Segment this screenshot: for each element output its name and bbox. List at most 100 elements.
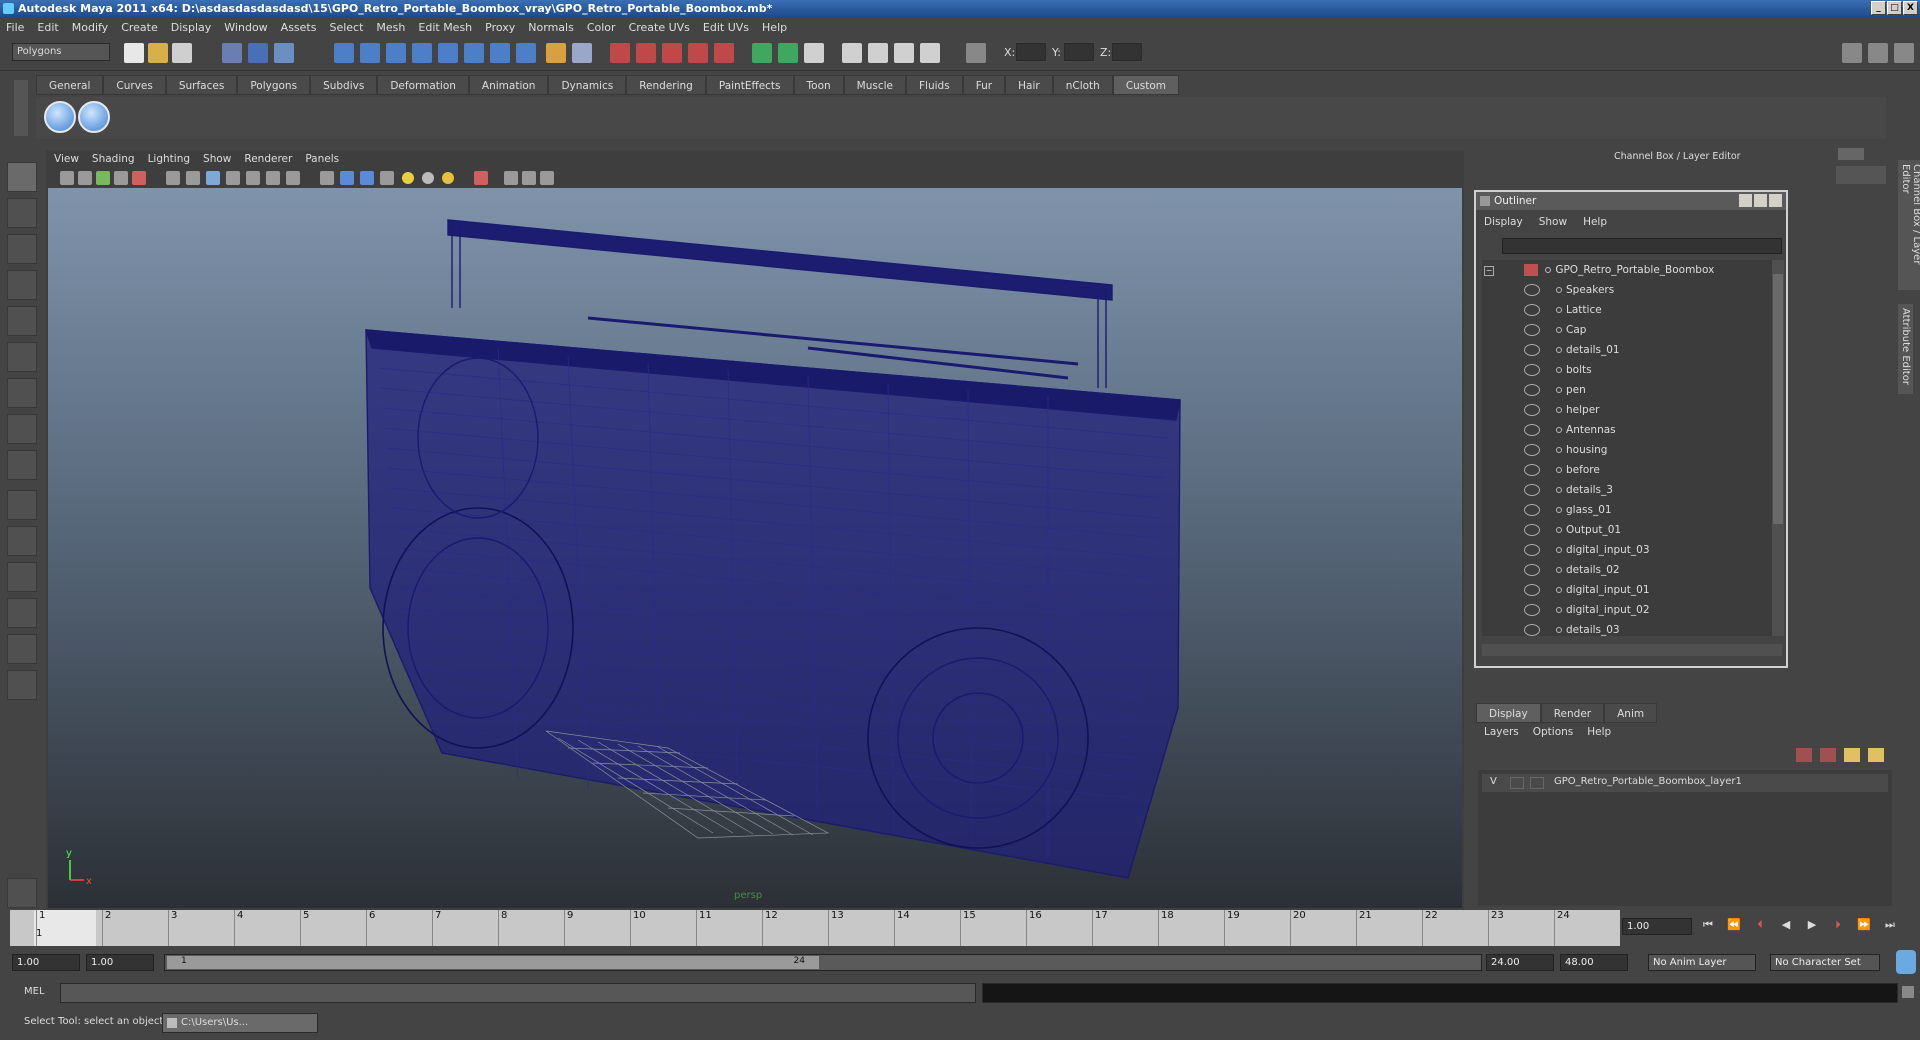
save-scene-icon[interactable]	[172, 43, 192, 63]
menu-edit-uvs[interactable]: Edit UVs	[703, 21, 749, 34]
outliner-menu-show[interactable]: Show	[1539, 216, 1567, 228]
bottom-tool-icon[interactable]	[7, 878, 37, 908]
layer-color-swatch[interactable]	[1530, 777, 1544, 789]
shelf-tab-animation[interactable]: Animation	[468, 75, 549, 95]
maximize-button[interactable]: □	[1887, 1, 1902, 15]
help-line-icon[interactable]	[490, 43, 510, 63]
shelf-tab-fur[interactable]: Fur	[962, 75, 1006, 95]
shelf-menu-handle[interactable]	[14, 80, 28, 136]
channel-box-icons[interactable]	[1836, 166, 1886, 184]
light-icon[interactable]	[894, 43, 914, 63]
new-layer-selected-icon[interactable]	[1820, 748, 1836, 762]
hypershade-persp-layout-icon[interactable]	[7, 634, 37, 664]
graph-icon[interactable]	[920, 43, 940, 63]
vp-menu-renderer[interactable]: Renderer	[244, 153, 292, 165]
play-backward-icon[interactable]: ◀	[1776, 918, 1796, 936]
toggle-tool-settings-icon[interactable]	[1894, 43, 1914, 63]
panel-float-buttons[interactable]	[1838, 148, 1864, 160]
list-item[interactable]: digital_input_01	[1524, 580, 1650, 600]
shelf-tab-custom[interactable]: Custom	[1112, 75, 1180, 95]
layer-name[interactable]: GPO_Retro_Portable_Boombox_layer1	[1554, 776, 1742, 787]
y-field[interactable]	[1064, 43, 1094, 61]
menu-create[interactable]: Create	[121, 21, 158, 34]
absolute-transform-icon[interactable]	[804, 43, 824, 63]
channel-box-side-tab[interactable]: Channel Box / Layer Editor	[1898, 160, 1920, 290]
ipr-render-icon[interactable]	[636, 43, 656, 63]
list-item[interactable]: bolts	[1524, 360, 1592, 380]
list-item[interactable]: helper	[1524, 400, 1600, 420]
move-tool-icon[interactable]	[7, 270, 37, 300]
menu-window[interactable]: Window	[224, 21, 267, 34]
mel-input[interactable]	[60, 983, 976, 1003]
vp-menu-view[interactable]: View	[54, 153, 79, 165]
shelf-tab-subdivs[interactable]: Subdivs	[310, 75, 378, 95]
menu-color[interactable]: Color	[587, 21, 616, 34]
menu-select[interactable]: Select	[329, 21, 363, 34]
layer-tab-render[interactable]: Render	[1540, 703, 1605, 723]
x-field[interactable]	[1016, 43, 1046, 61]
soft-mod-tool-icon[interactable]	[7, 414, 37, 444]
input-line-icon[interactable]	[752, 43, 772, 63]
vp-menu-lighting[interactable]: Lighting	[148, 153, 190, 165]
manipulator-tool-icon[interactable]	[7, 378, 37, 408]
start-time-field[interactable]: 1.00	[12, 954, 80, 971]
list-item[interactable]: Antennas	[1524, 420, 1616, 440]
play-forward-icon[interactable]: ▶	[1802, 918, 1822, 936]
shelf-tab-deformation[interactable]: Deformation	[377, 75, 469, 95]
go-to-end-icon[interactable]: ⏭	[1880, 918, 1900, 936]
custom-shelf-checkmark-icon-2[interactable]	[78, 101, 110, 133]
list-item[interactable]: pen	[1524, 380, 1586, 400]
select-object-icon[interactable]	[248, 43, 268, 63]
last-tool-icon[interactable]	[7, 450, 37, 480]
time-slider[interactable]: 1 1 2 3 4 5 6 7 8 9 10 11 12 13 14 15 16…	[10, 910, 1620, 946]
step-forward-frame-icon[interactable]: ⏵	[1828, 918, 1848, 936]
select-hierarchy-icon[interactable]	[222, 43, 242, 63]
teamviewer-icon[interactable]	[1896, 950, 1916, 974]
select-component-icon[interactable]	[274, 43, 294, 63]
vp-menu-panels[interactable]: Panels	[305, 153, 339, 165]
shelf-tab-polygons[interactable]: Polygons	[237, 75, 311, 95]
list-item[interactable]: housing	[1524, 440, 1607, 460]
select-tool-icon[interactable]	[7, 162, 37, 192]
outliner-filter-field[interactable]	[1502, 238, 1782, 254]
list-item[interactable]: details_01	[1524, 340, 1620, 360]
scale-tool-icon[interactable]	[7, 342, 37, 372]
render-settings-icon[interactable]	[662, 43, 682, 63]
menu-file[interactable]: File	[6, 21, 24, 34]
range-slider[interactable]: 1 24	[164, 954, 1482, 971]
menu-modify[interactable]: Modify	[72, 21, 108, 34]
shelf-tab-curves[interactable]: Curves	[103, 75, 166, 95]
layer-row[interactable]: V GPO_Retro_Portable_Boombox_layer1	[1482, 774, 1888, 792]
step-back-frame-icon[interactable]: ⏴	[1750, 918, 1770, 936]
list-item[interactable]: details_3	[1524, 480, 1613, 500]
shelf-tab-toon[interactable]: Toon	[793, 75, 844, 95]
current-frame-field[interactable]: 1.00	[1622, 918, 1692, 935]
outliner-persp-layout-icon[interactable]	[7, 562, 37, 592]
layer-type-toggle[interactable]	[1510, 777, 1524, 789]
paint-select-tool-icon[interactable]	[7, 234, 37, 264]
layer-menu-help[interactable]: Help	[1587, 726, 1611, 738]
collapse-toggle-icon[interactable]: −	[1484, 266, 1494, 276]
layer-tab-display[interactable]: Display	[1476, 703, 1541, 723]
playback-end-field[interactable]: 24.00	[1486, 954, 1554, 971]
snap-grid-icon[interactable]	[334, 43, 354, 63]
list-item[interactable]: digital_input_02	[1524, 600, 1650, 620]
shelf-tab-surfaces[interactable]: Surfaces	[165, 75, 238, 95]
vp-menu-shading[interactable]: Shading	[92, 153, 135, 165]
outliner-minimize-button[interactable]	[1739, 194, 1752, 207]
rotate-tool-icon[interactable]	[7, 306, 37, 336]
vp-menu-show[interactable]: Show	[203, 153, 231, 165]
outliner-close-button[interactable]	[1769, 194, 1782, 207]
menu-help[interactable]: Help	[762, 21, 787, 34]
construction-history-icon[interactable]	[572, 43, 592, 63]
lasso-tool-icon[interactable]	[7, 198, 37, 228]
anim-icon[interactable]	[868, 43, 888, 63]
menu-edit-mesh[interactable]: Edit Mesh	[418, 21, 472, 34]
close-button[interactable]: X	[1903, 1, 1918, 15]
perspective-view[interactable]: y x persp	[48, 188, 1462, 908]
layer-tab-anim[interactable]: Anim	[1604, 703, 1658, 723]
layer-add-icon[interactable]	[1844, 748, 1860, 762]
hypershade-icon[interactable]	[688, 43, 708, 63]
snap-point-icon[interactable]	[386, 43, 406, 63]
shelf-tab-muscle[interactable]: Muscle	[843, 75, 907, 95]
